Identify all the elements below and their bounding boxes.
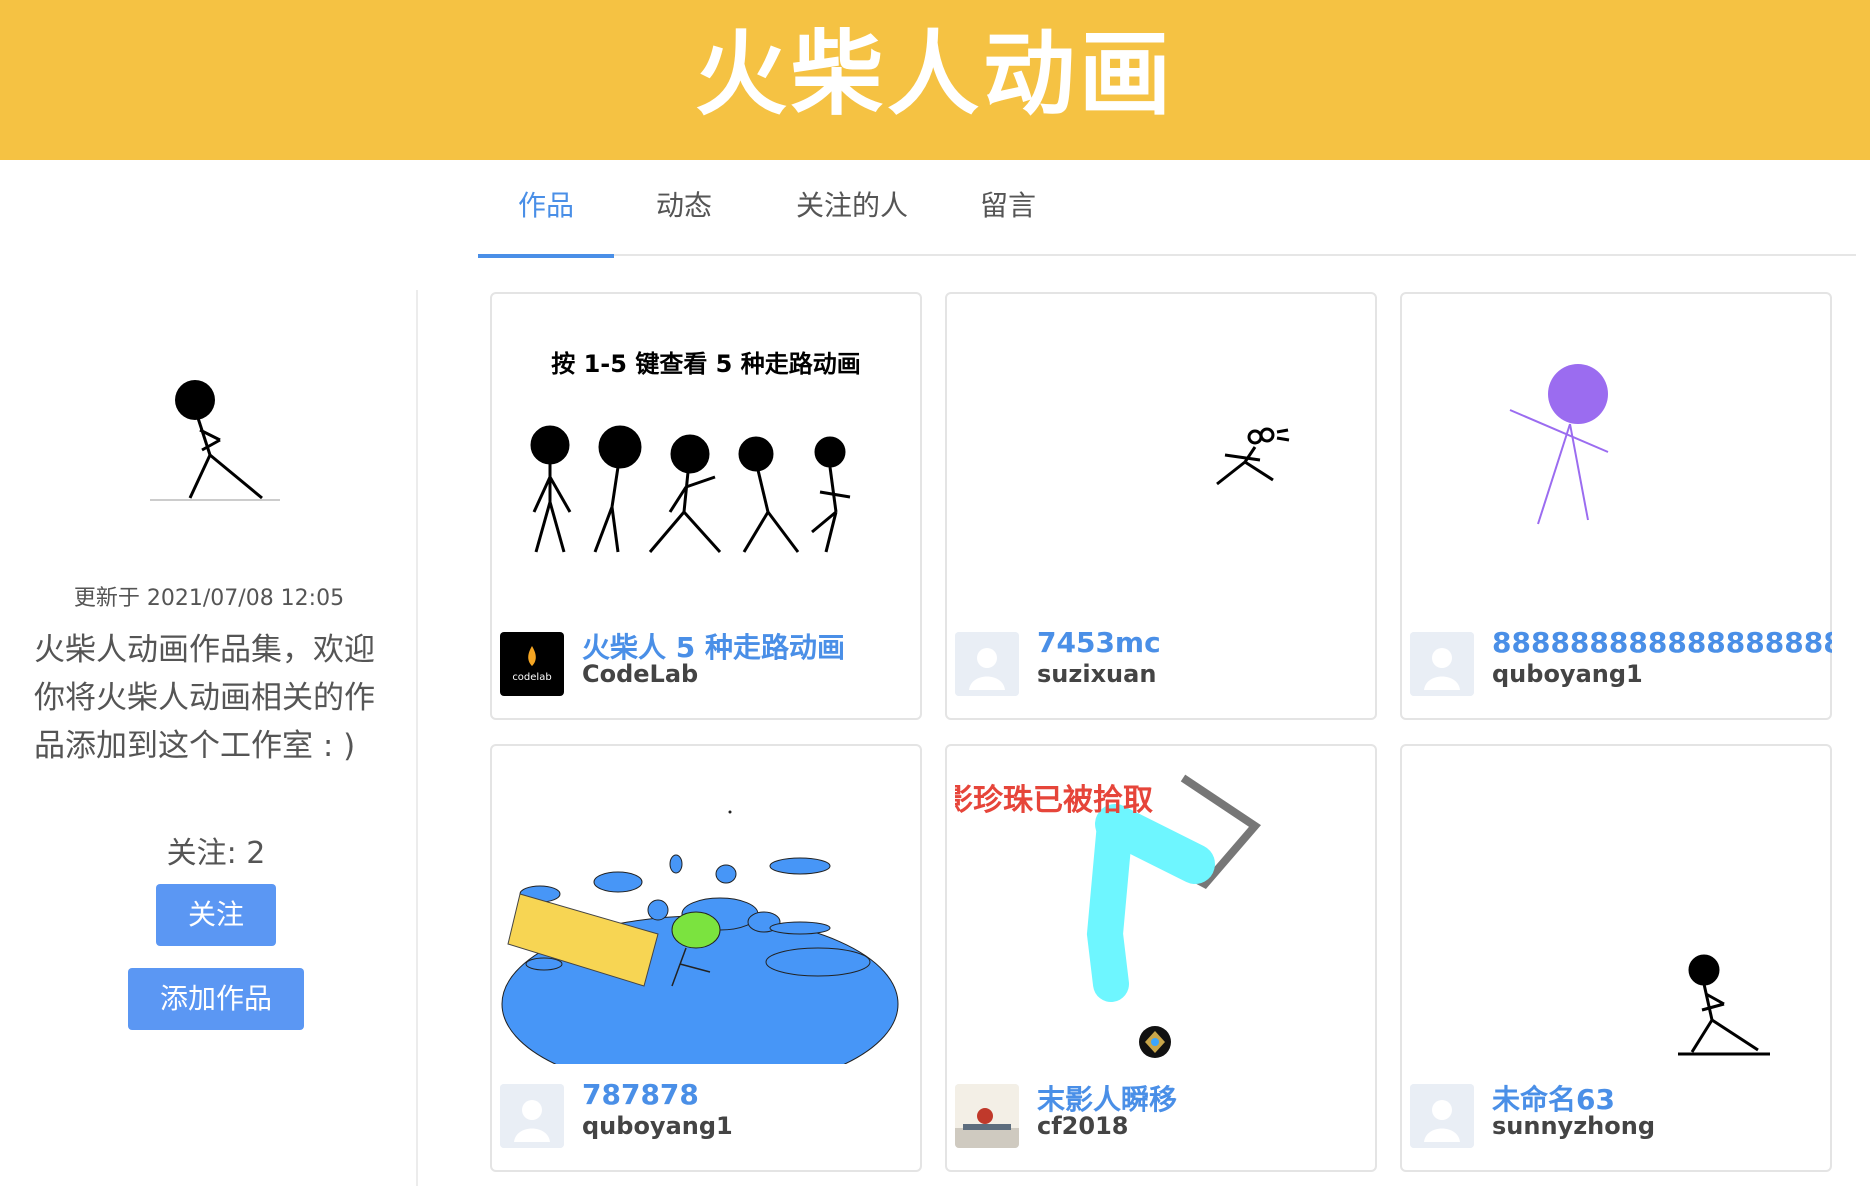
studio-description: 火柴人动画作品集，欢迎你将火柴人动画相关的作品添加到这个工作室 : ): [34, 632, 375, 764]
project-author[interactable]: suzixuan: [1037, 660, 1367, 688]
tab-bar: 作品 动态 关注的人 留言: [478, 170, 1856, 258]
follower-count: 关注: 2: [0, 828, 432, 872]
updated-time: 更新于 2021/07/08 12:05: [73, 586, 345, 611]
thumbnail-caption: 按 1-5 键查看 5 种走路动画: [551, 350, 860, 378]
follower-count-label: 关注: 2: [166, 836, 266, 871]
author-photo-icon: [955, 1084, 1019, 1148]
project-card[interactable]: 88888888888888888888 quboyang1: [1400, 292, 1832, 720]
project-title[interactable]: 88888888888888888888: [1492, 626, 1832, 659]
default-avatar-icon: [1410, 632, 1474, 696]
tab-comments[interactable]: 留言: [948, 170, 1068, 256]
codelab-logo-icon: codelab: [512, 646, 552, 683]
project-author[interactable]: cf2018: [1037, 1112, 1367, 1140]
project-thumbnail: 按 1-5 键查看 5 种走路动画: [530, 350, 861, 554]
project-thumbnail: [501, 810, 899, 1064]
project-author[interactable]: sunnyzhong: [1492, 1112, 1822, 1140]
project-card[interactable]: 787878 quboyang1: [490, 744, 922, 1172]
author-avatar: [955, 1084, 1019, 1148]
project-thumbnail: [1216, 427, 1290, 486]
project-author[interactable]: CodeLab: [582, 660, 912, 688]
studio-sidebar: 更新于 2021/07/08 12:05 火柴人动画作品集，欢迎你将火柴人动画相…: [0, 290, 418, 1186]
header-banner: 火柴人动画: [0, 0, 1870, 160]
author-avatar: codelab: [500, 632, 564, 696]
follow-button[interactable]: 关注: [156, 884, 276, 946]
author-avatar: [1410, 632, 1474, 696]
project-author[interactable]: quboyang1: [582, 1112, 912, 1140]
tab-activity[interactable]: 动态: [624, 170, 744, 256]
studio-title: 火柴人动画: [694, 21, 1175, 128]
add-project-button[interactable]: 添加作品: [128, 968, 304, 1030]
studio-thumbnail: [150, 380, 280, 501]
project-title[interactable]: 787878: [582, 1078, 922, 1111]
project-card[interactable]: 按 1-5 键查看 5 种走路动画 codelab 火柴人 5 种走路动画 Co…: [490, 292, 922, 720]
default-avatar-icon: [1410, 1084, 1474, 1148]
project-thumbnail: [1678, 954, 1770, 1056]
thumbnail-caption: 末影珍珠已被拾取: [955, 783, 1153, 818]
project-card[interactable]: 未命名63 sunnyzhong: [1400, 744, 1832, 1172]
author-avatar: [955, 632, 1019, 696]
author-avatar: [500, 1084, 564, 1148]
default-avatar-icon: [955, 632, 1019, 696]
default-avatar-icon: [500, 1084, 564, 1148]
project-thumbnail: 末影珍珠已被拾取: [955, 774, 1261, 1058]
avatar-logo-text: codelab: [512, 672, 551, 683]
tab-projects[interactable]: 作品: [478, 170, 614, 258]
project-author[interactable]: quboyang1: [1492, 660, 1822, 688]
project-thumbnail: [1509, 364, 1609, 525]
project-title[interactable]: 7453mc: [1037, 626, 1377, 659]
author-avatar: [1410, 1084, 1474, 1148]
tab-following[interactable]: 关注的人: [778, 170, 926, 256]
project-card[interactable]: 7453mc suzixuan: [945, 292, 1377, 720]
project-card[interactable]: 末影珍珠已被拾取 末影人瞬移 cf2018: [945, 744, 1377, 1172]
